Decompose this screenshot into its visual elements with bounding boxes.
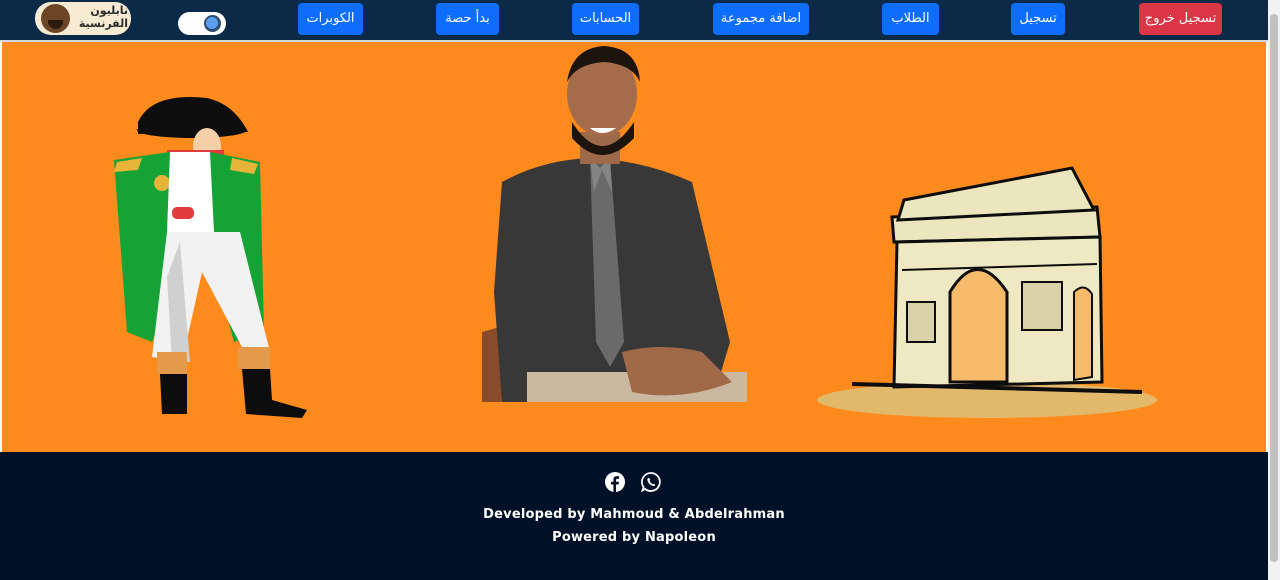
footer: Developed by Mahmoud & Abdelrahman Power… xyxy=(0,452,1268,580)
register-button[interactable]: تسجيل xyxy=(1011,3,1065,35)
logo-text: نابليون الفرنسية xyxy=(72,4,128,30)
whatsapp-icon[interactable] xyxy=(640,471,662,493)
powered-by-credit: Powered by Napoleon xyxy=(552,530,716,545)
napoleon-illustration xyxy=(114,97,307,418)
vertical-scrollbar[interactable] xyxy=(1268,0,1280,580)
scrollbar-thumb[interactable] xyxy=(1270,14,1278,562)
logo-text-line1: نابليون xyxy=(90,4,128,17)
facebook-icon[interactable] xyxy=(604,471,626,493)
arc-de-triomphe-illustration xyxy=(817,166,1157,418)
navbar: نابليون الفرنسية الكوبرات بدأ حصة الحساب… xyxy=(0,0,1268,42)
page: نابليون الفرنسية الكوبرات بدأ حصة الحساب… xyxy=(0,0,1268,580)
logo-text-line2: الفرنسية xyxy=(78,17,128,30)
social-links xyxy=(604,471,668,493)
logout-button[interactable]: تسجيل خروج xyxy=(1139,3,1222,35)
logo-avatar-image xyxy=(41,4,70,33)
site-logo[interactable]: نابليون الفرنسية xyxy=(35,2,131,35)
hero-banner xyxy=(2,42,1266,452)
toggle-knob-icon xyxy=(204,15,221,32)
developer-credit: Developed by Mahmoud & Abdelrahman xyxy=(483,507,785,522)
coupons-button[interactable]: الكوبرات xyxy=(298,3,363,35)
teacher-photo xyxy=(482,46,747,402)
accounts-button[interactable]: الحسابات xyxy=(572,3,639,35)
dark-mode-toggle[interactable] xyxy=(178,12,226,35)
add-group-button[interactable]: اضافة مجموعة xyxy=(713,3,809,35)
students-button[interactable]: الطلاب xyxy=(882,3,939,35)
start-session-button[interactable]: بدأ حصة xyxy=(436,3,499,35)
